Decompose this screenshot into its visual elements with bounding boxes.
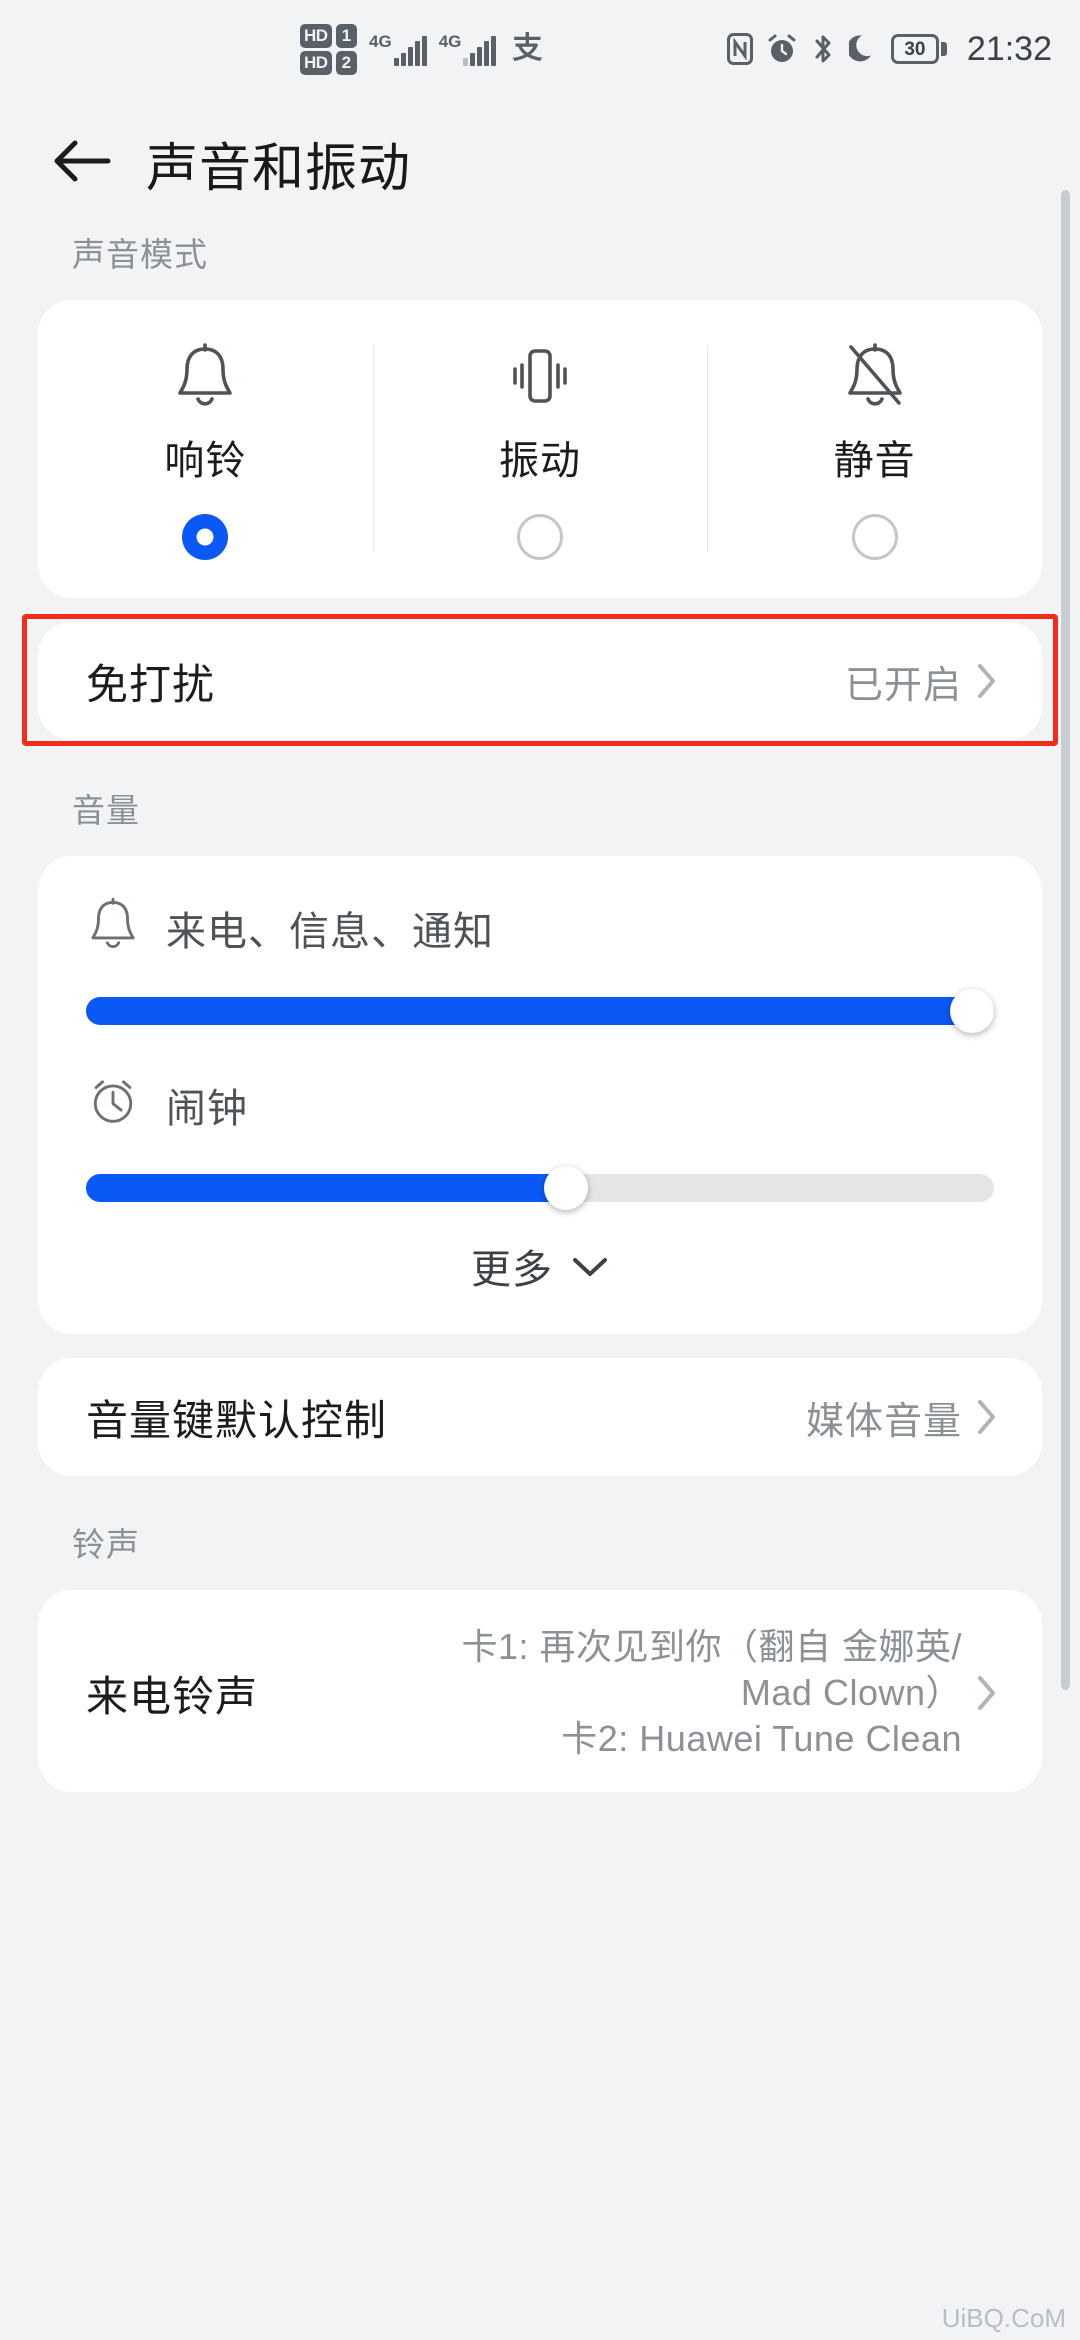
- hd-icon-1: HD: [300, 23, 332, 48]
- volume-key-control-value: 媒体音量: [805, 1400, 962, 1443]
- sound-mode-option-silent[interactable]: 静音: [707, 300, 1042, 598]
- signal-group-1: 4G: [369, 32, 427, 66]
- sound-mode-card: 响铃 振动 静音: [38, 300, 1042, 598]
- sim1-hd: HD 1: [300, 23, 358, 48]
- battery-icon: 30: [890, 34, 947, 64]
- sim2-hd: HD 2: [300, 50, 358, 75]
- volume-key-control-row[interactable]: 音量键默认控制 媒体音量: [38, 1358, 1042, 1476]
- sound-mode-option-ring[interactable]: 响铃: [38, 300, 373, 598]
- chevron-right-icon: [976, 1674, 998, 1712]
- sound-mode-label-silent: 静音: [833, 439, 916, 483]
- battery-tip: [940, 42, 947, 56]
- incoming-call-ringtone-title: 来电铃声: [86, 1672, 259, 1720]
- bluetooth-icon: [811, 33, 835, 65]
- alipay-icon: 支: [512, 32, 543, 65]
- volume-label-ring: 来电、信息、通知: [166, 909, 494, 954]
- section-label-sound-mode: 声音模式: [72, 236, 208, 273]
- volte-indicators: HD 1 HD 2: [300, 23, 358, 75]
- sound-mode-radio-ring[interactable]: [182, 514, 229, 560]
- volume-row-ring-header: 来电、信息、通知: [86, 896, 994, 959]
- volume-card: 来电、信息、通知 闹钟 更多: [38, 856, 1042, 1334]
- signal-bars-icon-2: [463, 36, 497, 66]
- battery-body: 30: [890, 34, 939, 64]
- status-bar: HD 1 HD 2 4G 4G 支 30 21:32: [0, 0, 1080, 98]
- signal-bars-icon-1: [393, 36, 427, 66]
- back-button[interactable]: [34, 115, 130, 211]
- battery-percent: 30: [904, 38, 926, 60]
- status-bar-right: 30 21:32: [726, 29, 1052, 69]
- do-not-disturb-title: 免打扰: [86, 660, 216, 708]
- scrollbar[interactable]: [1061, 190, 1070, 1690]
- bell-icon: [172, 338, 238, 416]
- ringtone-line-2: Mad Clown）: [740, 1672, 962, 1714]
- incoming-call-ringtone-row[interactable]: 来电铃声 卡1: 再次见到你（翻自 金娜英/ Mad Clown） 卡2: Hu…: [38, 1590, 1042, 1793]
- hd-icon-2: HD: [300, 50, 332, 75]
- vibrate-icon: [507, 338, 573, 416]
- do-not-disturb-row[interactable]: 免打扰 已开启: [38, 622, 1042, 740]
- bell-icon: [86, 896, 140, 959]
- phone-screen: HD 1 HD 2 4G 4G 支 30 21:32 声音和振动 声音模式 响铃…: [0, 0, 1080, 2340]
- page-title: 声音和振动: [146, 139, 412, 198]
- sim-number-2: 2: [335, 50, 358, 75]
- moon-icon: [848, 33, 877, 65]
- slider-fill: [86, 1174, 568, 1202]
- chevron-right-icon: [976, 1398, 998, 1436]
- sound-mode-radio-silent[interactable]: [851, 514, 898, 560]
- sound-mode-label-ring: 响铃: [164, 439, 247, 483]
- network-type-2: 4G: [438, 32, 462, 51]
- volume-slider-ring[interactable]: [86, 989, 994, 1033]
- ringtone-line-3: 卡2: Huawei Tune Clean: [561, 1718, 962, 1760]
- bell-muted-icon: [842, 338, 908, 416]
- section-label-volume: 音量: [72, 792, 140, 829]
- incoming-call-ringtone-value: 卡1: 再次见到你（翻自 金娜英/ Mad Clown） 卡2: Huawei …: [258, 1624, 962, 1762]
- do-not-disturb-wrapper: 免打扰 已开启: [0, 614, 1080, 746]
- settings-scroll-area[interactable]: 声音模式 响铃 振动 静音 免打扰 已开启 音量 来电、信息、通知 闹钟 更多 …: [0, 228, 1080, 2340]
- watermark: UiBQ.CoM: [941, 2303, 1066, 2333]
- section-label-ringtone: 铃声: [72, 1526, 140, 1563]
- nfc-icon: [726, 33, 753, 65]
- sound-mode-label-vibrate: 振动: [499, 439, 581, 483]
- sound-mode-option-vibrate[interactable]: 振动: [372, 300, 708, 598]
- slider-knob[interactable]: [950, 989, 994, 1033]
- status-bar-clock: 21:32: [966, 29, 1052, 68]
- volume-row-alarm-header: 闹钟: [86, 1073, 994, 1136]
- chevron-right-icon: [976, 662, 998, 700]
- sound-mode-radio-vibrate[interactable]: [517, 514, 563, 560]
- alarm-clock-icon: [86, 1073, 140, 1136]
- slider-fill: [86, 997, 994, 1025]
- slider-knob[interactable]: [543, 1166, 588, 1210]
- signal-group-2: 4G: [439, 32, 497, 66]
- do-not-disturb-value: 已开启: [844, 664, 962, 707]
- volume-slider-alarm[interactable]: [86, 1166, 994, 1210]
- network-type-1: 4G: [369, 32, 392, 51]
- status-bar-left: HD 1 HD 2 4G 4G 支: [300, 23, 543, 75]
- app-bar: 声音和振动: [0, 98, 1080, 228]
- volume-label-alarm: 闹钟: [166, 1086, 248, 1131]
- back-arrow-icon: [51, 135, 113, 192]
- chevron-down-icon: [571, 1244, 609, 1289]
- sim-number-1: 1: [335, 23, 358, 48]
- more-label: 更多: [471, 1248, 553, 1292]
- ringtone-line-1: 卡1: 再次见到你（翻自 金娜英/: [461, 1626, 962, 1667]
- volume-key-control-title: 音量键默认控制: [86, 1396, 388, 1444]
- more-button[interactable]: 更多: [86, 1210, 994, 1322]
- alarm-icon: [767, 33, 797, 65]
